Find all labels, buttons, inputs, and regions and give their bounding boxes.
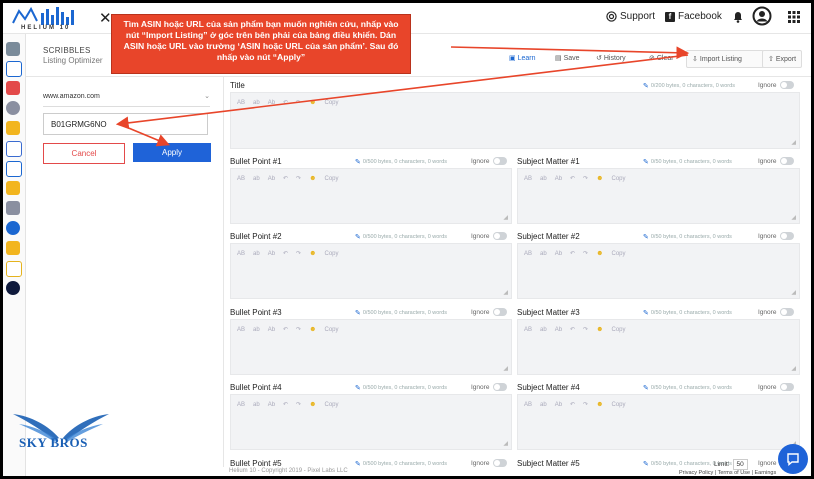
arrow-to-apply [118,123,170,147]
callout-arrows [115,46,690,147]
arrow-to-asin [115,54,689,130]
app-frame: HELIUM 10 ✕ Support f Facebook SCRIBBLES… [3,3,811,476]
arrow-to-import [450,46,690,60]
